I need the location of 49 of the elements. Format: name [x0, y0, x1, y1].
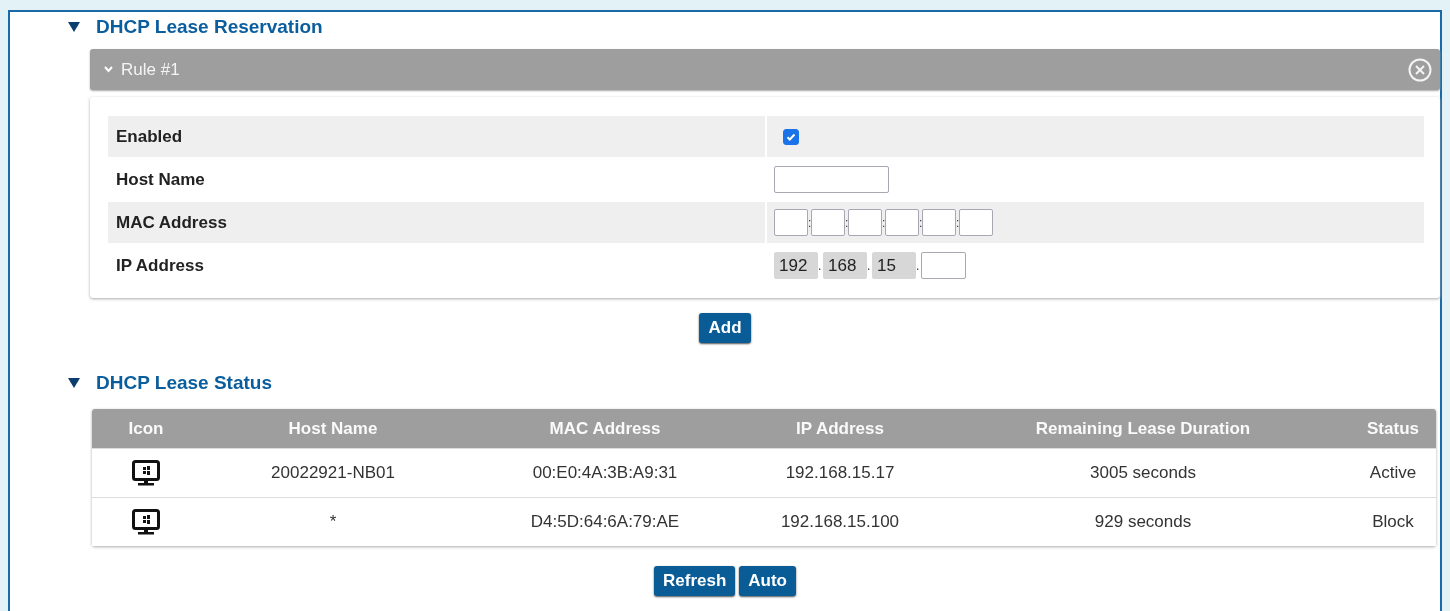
table-cell: 192.168.15.17: [785, 463, 895, 483]
separator: .: [818, 258, 823, 273]
separator: :: [882, 215, 885, 230]
column-header: Remaining Lease Duration: [1034, 417, 1252, 440]
monitor-icon: [132, 509, 160, 535]
table-cell: 00:E0:4A:3B:A9:31: [532, 463, 678, 483]
column-header: Status: [1366, 417, 1420, 440]
rule-title: Rule #1: [121, 59, 181, 80]
field-label: Host Name: [116, 169, 205, 190]
table-cell: *: [329, 512, 337, 532]
input-field[interactable]: [811, 209, 845, 236]
auto-button[interactable]: Auto: [739, 566, 796, 596]
column-header: IP Address: [795, 417, 885, 440]
input-field[interactable]: [885, 209, 919, 236]
table-cell: 929 seconds: [1094, 512, 1192, 532]
refresh-button[interactable]: Refresh: [654, 566, 736, 596]
table-cell: Block: [1372, 512, 1414, 532]
section-title: DHCP Lease Status: [96, 372, 272, 394]
separator: :: [845, 215, 848, 230]
table-cell: 192.168.15.100: [780, 512, 900, 532]
enabled-checkbox[interactable]: [783, 128, 799, 145]
input-field[interactable]: [922, 209, 956, 236]
table-cell: D4:5D:64:6A:79:AE: [530, 512, 680, 532]
close-icon[interactable]: [1408, 57, 1432, 82]
input-field[interactable]: [848, 209, 882, 236]
column-header: MAC Address: [548, 417, 662, 440]
column-header: Icon: [127, 417, 165, 440]
separator: .: [916, 258, 921, 273]
monitor-icon: [132, 460, 160, 486]
triangle-icon[interactable]: [68, 21, 80, 33]
separator: .: [867, 258, 872, 273]
table-cell: 20022921-NB01: [271, 463, 395, 483]
triangle-icon[interactable]: [68, 377, 80, 389]
table-cell: 3005 seconds: [1090, 463, 1196, 483]
separator: :: [956, 215, 959, 230]
column-header: Host Name: [287, 417, 379, 440]
add-button[interactable]: Add: [699, 313, 751, 343]
check-icon: [786, 131, 796, 142]
table-cell: Active: [1369, 463, 1417, 483]
section-title: DHCP Lease Reservation: [96, 16, 323, 38]
input-field[interactable]: [774, 209, 808, 236]
separator: :: [919, 215, 922, 230]
input-field[interactable]: [774, 166, 889, 193]
field-label: IP Address: [116, 255, 204, 276]
field-label: Enabled: [116, 126, 183, 147]
input-field[interactable]: [921, 252, 966, 279]
field-label: MAC Address: [116, 212, 227, 233]
input-field[interactable]: [959, 209, 993, 236]
separator: :: [808, 215, 811, 230]
